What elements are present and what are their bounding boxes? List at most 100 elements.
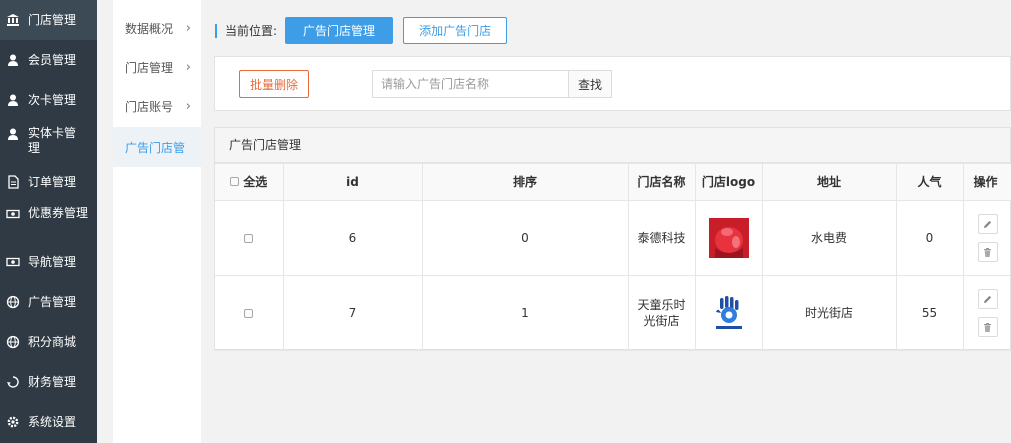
subnav-item-label: 广告门店管 (125, 140, 186, 155)
sidebar-item-order-management[interactable]: 订单管理 (0, 162, 97, 202)
subnav-item-data-overview[interactable]: 数据概况 › (113, 9, 201, 47)
sidebar-item-label: 广告管理 (28, 294, 77, 309)
toolbar: 批量删除 查找 (214, 56, 1011, 111)
breadcrumb-label: 当前位置: (225, 24, 278, 38)
gear-icon (7, 416, 19, 428)
cell-id: 7 (282, 275, 423, 351)
cell-actions (962, 200, 1011, 276)
globe-icon (6, 335, 20, 349)
sidebar-item-member-management[interactable]: 会员管理 (0, 40, 97, 80)
document-icon (8, 175, 19, 189)
subnav-item-store-management[interactable]: 门店管理 › (113, 48, 201, 86)
cell-sort: 0 (421, 200, 629, 276)
edit-button[interactable] (977, 214, 998, 234)
trash-icon (984, 247, 991, 257)
edit-button[interactable] (977, 289, 998, 309)
ad-store-management-button[interactable]: 广告门店管理 (285, 17, 394, 44)
delete-button[interactable] (977, 317, 998, 337)
breadcrumb-accent-bar (215, 23, 217, 38)
sidebar-item-label: 优惠券管理 (28, 206, 89, 220)
column-header-actions: 操作 (962, 163, 1011, 201)
chevron-right-icon: › (185, 59, 191, 75)
trash-icon (984, 322, 991, 332)
user-icon (8, 94, 18, 106)
red-photo-thumbnail (708, 218, 749, 258)
column-header-id: id (282, 163, 423, 201)
sidebar: 门店管理 会员管理 次卡管理 实体卡管理 订单管理 优惠券管理 导航管理 广告管… (0, 0, 97, 443)
pencil-icon (984, 220, 992, 228)
blue-hand-logo-thumbnail (708, 293, 749, 333)
sidebar-item-label: 会员管理 (28, 52, 77, 67)
row-select-cell (215, 275, 284, 351)
column-header-sort: 排序 (421, 163, 629, 201)
subnav-item-ad-store-management[interactable]: 广告门店管 (113, 127, 201, 167)
cell-address: 时光街店 (761, 275, 897, 351)
search-input[interactable] (372, 70, 568, 98)
cell-store-logo (694, 200, 763, 276)
sidebar-item-label: 订单管理 (28, 174, 77, 189)
panel-title: 广告门店管理 (215, 128, 1010, 163)
sidebar-item-finance-management[interactable]: 财务管理 (0, 362, 97, 402)
sidebar-item-label: 系统设置 (28, 414, 77, 429)
cell-popularity: 55 (895, 275, 964, 351)
cell-store-name: 天童乐时光街店 (627, 275, 696, 351)
globe-icon (6, 295, 20, 309)
sidebar-item-points-mall[interactable]: 积分商城 (0, 322, 97, 362)
search-button[interactable]: 查找 (568, 70, 612, 98)
cell-actions (962, 275, 1011, 351)
column-header-popularity: 人气 (895, 163, 964, 201)
subnav-item-label: 门店管理 (125, 60, 174, 75)
cell-store-name: 泰德科技 (627, 200, 696, 276)
sidebar-item-label: 财务管理 (28, 374, 77, 389)
row-checkbox[interactable] (244, 234, 254, 243)
column-header-store-name: 门店名称 (627, 163, 696, 201)
recycle-icon (7, 376, 19, 388)
column-header-address: 地址 (761, 163, 897, 201)
table-row: 7 1 天童乐时光街店 时光街店 55 (215, 275, 1011, 351)
sidebar-item-system-settings[interactable]: 系统设置 (0, 402, 97, 442)
cell-popularity: 0 (895, 200, 964, 276)
money-icon (6, 257, 20, 267)
main-content: 当前位置: 广告门店管理 添加广告门店 批量删除 查找 广告门店管理 全选 id… (201, 0, 1011, 443)
select-all-label: 全选 (243, 175, 268, 189)
sub-navigation: 数据概况 › 门店管理 › 门店账号 › 广告门店管 (113, 0, 201, 443)
column-header-store-logo: 门店logo (694, 163, 763, 201)
sidebar-item-label: 次卡管理 (28, 92, 77, 107)
cell-store-logo (694, 275, 763, 351)
select-all-checkbox[interactable] (230, 177, 240, 186)
user-icon (8, 54, 18, 66)
row-select-cell (215, 200, 284, 276)
user-icon (8, 128, 18, 140)
breadcrumb: 当前位置: 广告门店管理 添加广告门店 (215, 17, 508, 44)
table-header-row: 全选 id 排序 门店名称 门店logo 地址 人气 操作 (215, 163, 1011, 201)
sidebar-item-label: 积分商城 (28, 334, 77, 349)
pencil-icon (984, 295, 992, 303)
add-ad-store-button[interactable]: 添加广告门店 (403, 17, 508, 44)
sidebar-item-label: 实体卡管理 (28, 126, 77, 155)
select-all-header[interactable]: 全选 (215, 163, 284, 201)
delete-button[interactable] (977, 242, 998, 262)
subnav-item-store-accounts[interactable]: 门店账号 › (113, 87, 201, 125)
app-root: 门店管理 会员管理 次卡管理 实体卡管理 订单管理 优惠券管理 导航管理 广告管… (0, 0, 1011, 443)
subnav-item-label: 数据概况 (125, 21, 174, 36)
sidebar-item-punch-card-management[interactable]: 次卡管理 (0, 80, 97, 120)
cell-sort: 1 (421, 275, 629, 351)
sidebar-item-label: 门店管理 (28, 12, 77, 27)
money-icon (6, 209, 20, 219)
chevron-right-icon: › (185, 20, 191, 36)
cell-address: 水电费 (761, 200, 897, 276)
sidebar-item-store-management[interactable]: 门店管理 (0, 0, 97, 40)
sidebar-item-coupon-management[interactable]: 优惠券管理 (0, 200, 97, 248)
ad-store-table-panel: 广告门店管理 全选 id 排序 门店名称 门店logo 地址 人气 操作 6 0… (214, 127, 1011, 351)
row-checkbox[interactable] (244, 309, 254, 318)
table-row: 6 0 泰德科技 水电费 0 (215, 200, 1011, 276)
cell-id: 6 (282, 200, 423, 276)
subnav-item-label: 门店账号 (125, 99, 174, 114)
ad-store-table: 全选 id 排序 门店名称 门店logo 地址 人气 操作 6 0 泰德科技 水… (215, 163, 1011, 351)
sidebar-item-label: 导航管理 (28, 254, 77, 269)
sidebar-item-ad-management[interactable]: 广告管理 (0, 282, 97, 322)
batch-delete-button[interactable]: 批量删除 (239, 70, 309, 98)
sidebar-item-navigation-management[interactable]: 导航管理 (0, 242, 97, 282)
chevron-right-icon: › (185, 98, 191, 114)
sidebar-item-physical-card-management[interactable]: 实体卡管理 (0, 120, 97, 168)
